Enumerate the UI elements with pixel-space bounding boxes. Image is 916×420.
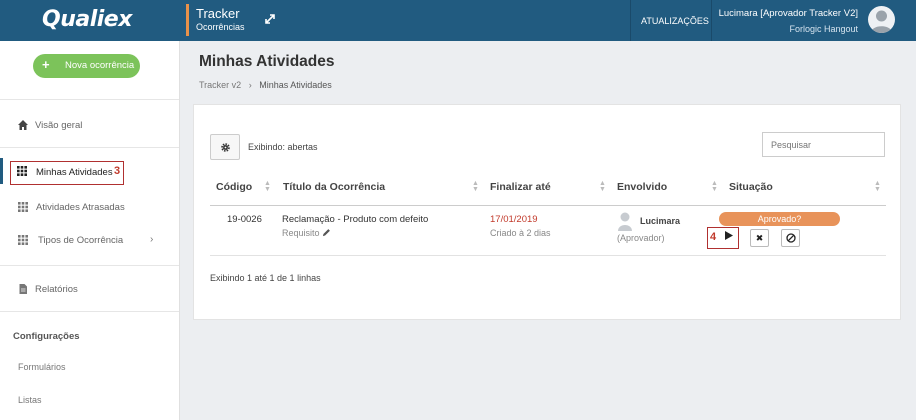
pencil-icon[interactable] xyxy=(322,228,331,237)
new-occurrence-button[interactable]: + Nova ocorrência xyxy=(33,54,140,78)
sidebar-item-label: Atividades Atrasadas xyxy=(36,202,125,213)
column-header-code[interactable]: Código xyxy=(216,181,252,193)
table-header-divider xyxy=(210,205,886,206)
chevron-right-icon: › xyxy=(150,234,154,245)
top-divider xyxy=(630,0,631,41)
sidebar: + Nova ocorrência Visão geral Minhas Ati… xyxy=(0,41,180,420)
block-icon xyxy=(785,233,796,243)
sidebar-divider xyxy=(0,99,179,100)
sidebar-link-lists[interactable]: Listas xyxy=(18,395,42,405)
expand-icon[interactable] xyxy=(262,11,278,27)
table-row-divider xyxy=(210,255,886,256)
column-header-due-date[interactable]: Finalizar até xyxy=(490,181,551,193)
close-icon: ✖ xyxy=(755,233,764,243)
updates-link[interactable]: ATUALIZAÇÕES xyxy=(641,16,709,26)
person-icon xyxy=(618,212,632,231)
gear-icon xyxy=(221,143,230,152)
home-icon xyxy=(18,120,28,130)
module-accent-bar xyxy=(186,4,189,36)
breadcrumb: Tracker v2 › Minhas Atividades xyxy=(199,80,332,90)
annotation-number-3: 3 xyxy=(114,165,121,177)
column-header-involved[interactable]: Envolvido xyxy=(617,181,667,193)
sort-icon[interactable]: ▲ ▼ xyxy=(472,180,479,193)
sidebar-item-occurrence-types[interactable]: Tipos de Ocorrência › xyxy=(0,226,179,254)
sidebar-item-label: Tipos de Ocorrência xyxy=(38,235,124,246)
document-icon xyxy=(19,284,27,294)
row-requirement-label: Requisito xyxy=(282,228,320,238)
sort-icon[interactable]: ▲ ▼ xyxy=(711,180,718,193)
sidebar-item-label: Visão geral xyxy=(35,120,83,131)
status-badge: Aprovado? xyxy=(719,212,840,226)
row-due-date: 17/01/2019 xyxy=(490,214,538,225)
column-header-status[interactable]: Situação xyxy=(729,181,773,193)
filter-settings-button[interactable] xyxy=(210,134,240,160)
sidebar-link-forms[interactable]: Formulários xyxy=(18,362,66,372)
user-avatar[interactable] xyxy=(868,6,895,33)
plus-icon: + xyxy=(42,57,50,72)
module-title[interactable]: Tracker xyxy=(196,6,240,21)
sort-icon[interactable]: ▲ ▼ xyxy=(599,180,606,193)
qualiex-logo[interactable]: Qualiex xyxy=(42,7,132,32)
sort-icon[interactable]: ▲ ▼ xyxy=(874,180,881,193)
module-subtitle[interactable]: Ocorrências xyxy=(196,22,245,32)
column-header-title[interactable]: Título da Ocorrência xyxy=(283,181,385,193)
sidebar-divider xyxy=(0,265,179,266)
sort-icon[interactable]: ▲ ▼ xyxy=(264,180,271,193)
annotation-number-4: 4 xyxy=(710,231,717,243)
logo-caret-icon[interactable]: ▼ xyxy=(122,17,130,26)
row-person-name: Lucimara xyxy=(640,216,681,226)
breadcrumb-separator-icon: › xyxy=(243,80,257,90)
user-company: Forlogic Hangout xyxy=(789,24,858,34)
pagination-info: Exibindo 1 até 1 de 1 linhas xyxy=(210,273,321,283)
sidebar-item-overview[interactable]: Visão geral xyxy=(0,111,179,139)
row-created: Criado à 2 dias xyxy=(490,228,551,238)
sidebar-item-overdue-activities[interactable]: Atividades Atrasadas xyxy=(0,193,179,221)
activities-panel: Exibindo: abertas Código ▲▼ Título da Oc… xyxy=(193,104,901,320)
cancel-button[interactable] xyxy=(781,229,800,247)
highlight-box-3 xyxy=(10,161,124,185)
sidebar-divider xyxy=(0,311,179,312)
sidebar-item-reports[interactable]: Relatórios xyxy=(0,275,179,303)
row-title[interactable]: Reclamação - Produto com defeito xyxy=(282,214,428,225)
breadcrumb-link[interactable]: Tracker v2 xyxy=(199,80,241,90)
new-occurrence-label: Nova ocorrência xyxy=(65,60,135,71)
grid-icon xyxy=(18,235,28,245)
top-bar: Qualiex ▼ Tracker Ocorrências ATUALIZAÇÕ… xyxy=(0,0,916,41)
row-person-role: (Aprovador) xyxy=(617,233,665,243)
breadcrumb-current: Minhas Atividades xyxy=(259,80,332,90)
top-divider xyxy=(711,0,712,41)
configurations-heading: Configurações xyxy=(13,331,80,342)
search-input[interactable] xyxy=(762,132,885,157)
play-icon xyxy=(724,231,733,240)
sidebar-divider xyxy=(0,147,179,148)
user-name[interactable]: Lucimara [Aprovador Tracker V2] xyxy=(719,8,858,19)
reject-button[interactable]: ✖ xyxy=(750,229,769,247)
row-subtitle: Requisito xyxy=(282,228,331,238)
filter-status-label: Exibindo: abertas xyxy=(248,142,318,152)
page-title: Minhas Atividades xyxy=(199,53,335,70)
sidebar-item-label: Relatórios xyxy=(35,284,78,295)
avatar-icon xyxy=(871,10,892,33)
approve-play-button[interactable] xyxy=(719,229,738,247)
grid-icon xyxy=(18,202,28,212)
row-code: 19-0026 xyxy=(227,214,262,225)
